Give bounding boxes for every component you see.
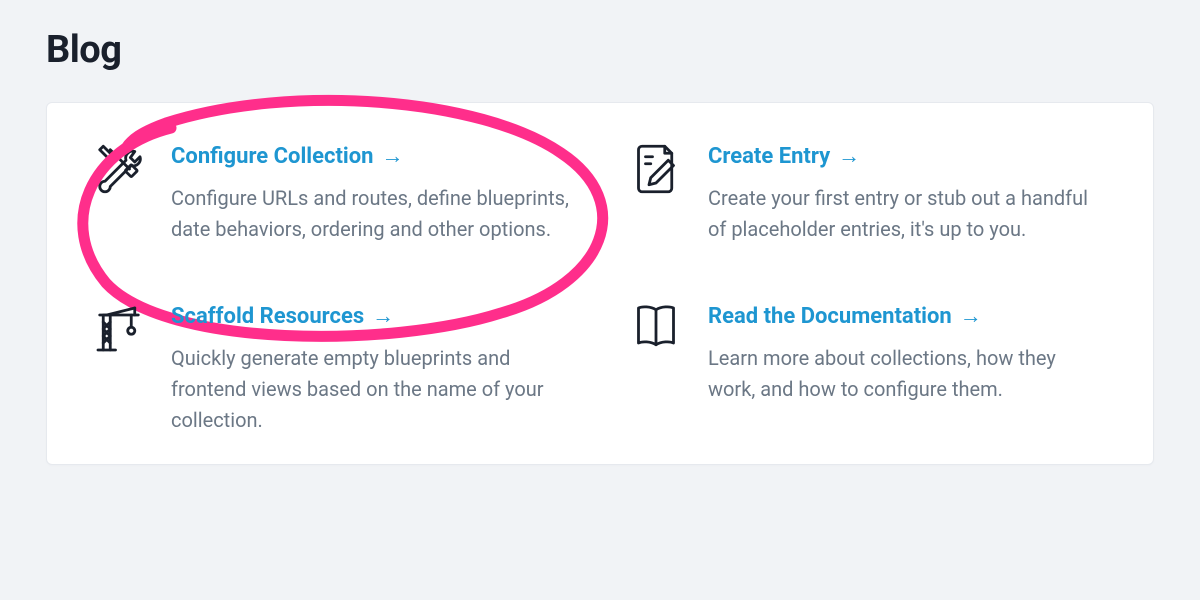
tile-description: Learn more about collections, how they w… bbox=[708, 343, 1108, 405]
tile-title-text: Scaffold Resources bbox=[171, 304, 364, 329]
configure-collection-link[interactable]: Configure Collection → bbox=[171, 143, 403, 169]
tile-description: Configure URLs and routes, define bluepr… bbox=[171, 183, 571, 245]
scaffold-resources-link[interactable]: Scaffold Resources → bbox=[171, 303, 394, 329]
book-icon bbox=[628, 301, 684, 357]
create-entry-link[interactable]: Create Entry → bbox=[708, 143, 860, 169]
page-title: Blog bbox=[46, 28, 1154, 72]
arrow-right-icon: → bbox=[838, 143, 860, 169]
wrench-hammer-icon bbox=[91, 141, 147, 197]
tile-scaffold-resources: Scaffold Resources → Quickly generate em… bbox=[91, 301, 572, 436]
arrow-right-icon: → bbox=[960, 303, 982, 329]
tile-title-text: Create Entry bbox=[708, 144, 830, 169]
tile-read-documentation: Read the Documentation → Learn more abou… bbox=[628, 301, 1109, 436]
arrow-right-icon: → bbox=[381, 143, 403, 169]
tile-description: Create your first entry or stub out a ha… bbox=[708, 183, 1108, 245]
tile-configure-collection: Configure Collection → Configure URLs an… bbox=[91, 141, 572, 245]
tile-create-entry: Create Entry → Create your first entry o… bbox=[628, 141, 1109, 245]
getting-started-card: Configure Collection → Configure URLs an… bbox=[46, 102, 1154, 465]
tile-title-text: Configure Collection bbox=[171, 144, 373, 169]
read-documentation-link[interactable]: Read the Documentation → bbox=[708, 303, 982, 329]
tile-description: Quickly generate empty blueprints and fr… bbox=[171, 343, 571, 436]
crane-icon bbox=[91, 301, 147, 357]
arrow-right-icon: → bbox=[372, 303, 394, 329]
document-pencil-icon bbox=[628, 141, 684, 197]
tile-title-text: Read the Documentation bbox=[708, 304, 952, 329]
